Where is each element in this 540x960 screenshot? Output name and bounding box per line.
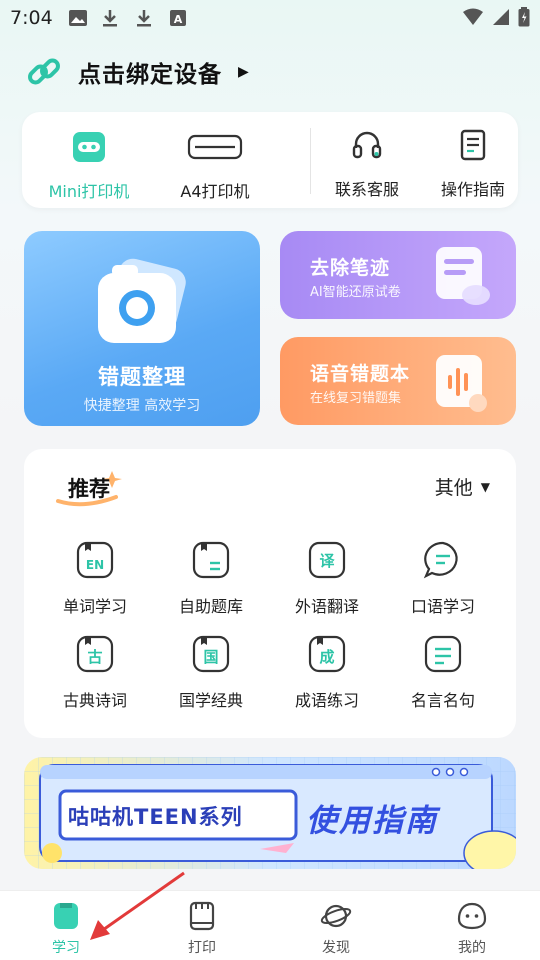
erase-title: 去除笔迹 — [310, 257, 391, 279]
other-dropdown[interactable]: 其他 ▼ — [435, 473, 490, 500]
mistakes-card[interactable]: 错题整理 快捷整理 高效学习 — [24, 231, 260, 426]
mistakes-title: 错题整理 — [98, 365, 186, 389]
study-icon — [54, 903, 78, 929]
chinese-classics-item[interactable]: 国 国学经典 — [156, 635, 266, 715]
wifi-icon — [463, 8, 483, 25]
banner-guide-text: 使用指南 — [306, 803, 438, 839]
play-arrow-icon: ▶ — [238, 64, 249, 80]
status-right — [462, 7, 530, 27]
device-card: Mini打印机 A4打印机 联系客服 操作指南 — [22, 112, 518, 208]
download-icon — [103, 10, 117, 27]
status-bar: 7:04 A — [0, 0, 540, 36]
svg-text:EN: EN — [86, 558, 104, 572]
svg-text:古: 古 — [87, 648, 102, 666]
caret-down-icon: ▼ — [480, 479, 490, 494]
voice-subtitle: 在线复习错题集 — [310, 391, 402, 406]
svg-text:A: A — [174, 13, 183, 26]
item-label: 古典诗词 — [62, 691, 127, 710]
quotes-icon — [424, 635, 462, 673]
planet-icon — [320, 904, 352, 928]
service-label: 联系客服 — [334, 180, 399, 199]
service-label: 操作指南 — [440, 180, 505, 199]
question-bank-item[interactable]: 自助题库 — [156, 541, 266, 621]
idiom-icon: 成 — [308, 635, 346, 673]
translation-item[interactable]: 译 外语翻译 — [272, 541, 382, 621]
tab-mine[interactable]: 我的 — [432, 901, 512, 957]
idiom-practice-item[interactable]: 成 成语练习 — [272, 635, 382, 715]
app-notification-icon: A — [170, 10, 186, 26]
tab-label: 发现 — [322, 940, 350, 956]
item-label: 口语学习 — [410, 597, 475, 616]
divider — [310, 128, 311, 194]
guide-banner[interactable]: 咕咕机TEEN系列 使用指南 — [24, 757, 516, 869]
svg-text:成: 成 — [319, 648, 334, 666]
recommend-title: 推荐 — [68, 477, 110, 501]
svg-text:译: 译 — [319, 552, 335, 570]
item-label: 单词学习 — [62, 597, 127, 616]
item-label: 国学经典 — [178, 691, 243, 710]
profile-icon — [457, 902, 487, 930]
guide-book-icon — [460, 129, 486, 161]
chat-bubble-icon — [423, 541, 458, 579]
tab-study[interactable]: 学习 — [26, 901, 106, 957]
question-bank-icon — [192, 541, 230, 579]
english-book-icon: EN — [76, 541, 114, 579]
word-study-item[interactable]: EN 单词学习 — [40, 541, 150, 621]
mini-printer-icon — [73, 132, 105, 162]
tab-label: 我的 — [458, 940, 486, 956]
bind-device-button[interactable]: 点击绑定设备 ▶ — [24, 50, 249, 94]
tab-print[interactable]: 打印 — [162, 901, 242, 957]
image-notification-icon — [69, 10, 87, 26]
battery-icon — [518, 7, 530, 27]
eraser-document-icon — [436, 247, 490, 305]
download-icon-2 — [137, 10, 151, 27]
voice-title: 语音错题本 — [310, 363, 411, 385]
device-label: Mini打印机 — [48, 182, 130, 201]
tab-discover[interactable]: 发现 — [296, 901, 376, 957]
device-mini-printer[interactable]: Mini打印机 — [34, 130, 144, 201]
camera-icon — [98, 258, 186, 343]
item-label: 外语翻译 — [294, 597, 359, 616]
other-label: 其他 — [434, 477, 473, 499]
erase-subtitle: AI智能还原试卷 — [310, 285, 401, 300]
classic-poetry-item[interactable]: 古 古典诗词 — [40, 635, 150, 715]
classics-icon: 国 — [192, 635, 230, 673]
device-label: A4打印机 — [180, 182, 250, 201]
tab-label: 学习 — [52, 940, 80, 956]
item-label: 名言名句 — [410, 691, 475, 710]
banner-series-text: 咕咕机TEEN系列 — [68, 805, 243, 829]
link-icon — [28, 58, 60, 85]
svg-text:国: 国 — [203, 648, 218, 666]
bind-device-label: 点击绑定设备 — [78, 62, 222, 88]
recommend-section: 推荐 其他 ▼ EN 单词学习 自助题库 译 外语翻译 口语学习 古 古典诗词 … — [24, 449, 516, 738]
mistakes-subtitle: 快捷整理 高效学习 — [83, 398, 201, 414]
a4-printer-icon — [187, 134, 243, 160]
operation-guide-button[interactable]: 操作指南 — [418, 128, 528, 199]
famous-quotes-item[interactable]: 名言名句 — [388, 635, 498, 715]
erase-handwriting-card[interactable]: 去除笔迹 AI智能还原试卷 — [280, 231, 516, 319]
headset-icon — [352, 131, 382, 159]
print-icon — [189, 901, 215, 931]
poetry-icon: 古 — [76, 635, 114, 673]
bottom-nav: 学习 打印 发现 我的 — [0, 890, 540, 960]
voice-mistakes-card[interactable]: 语音错题本 在线复习错题集 — [280, 337, 516, 425]
voice-note-icon — [436, 355, 487, 412]
speaking-item[interactable]: 口语学习 — [388, 541, 498, 621]
status-time: 7:04 — [10, 7, 53, 29]
item-label: 自助题库 — [178, 597, 243, 616]
translate-icon: 译 — [308, 541, 346, 579]
contact-service-button[interactable]: 联系客服 — [312, 128, 422, 199]
device-a4-printer[interactable]: A4打印机 — [160, 130, 270, 201]
signal-icon — [493, 9, 509, 25]
tab-label: 打印 — [188, 940, 216, 956]
item-label: 成语练习 — [294, 691, 359, 710]
